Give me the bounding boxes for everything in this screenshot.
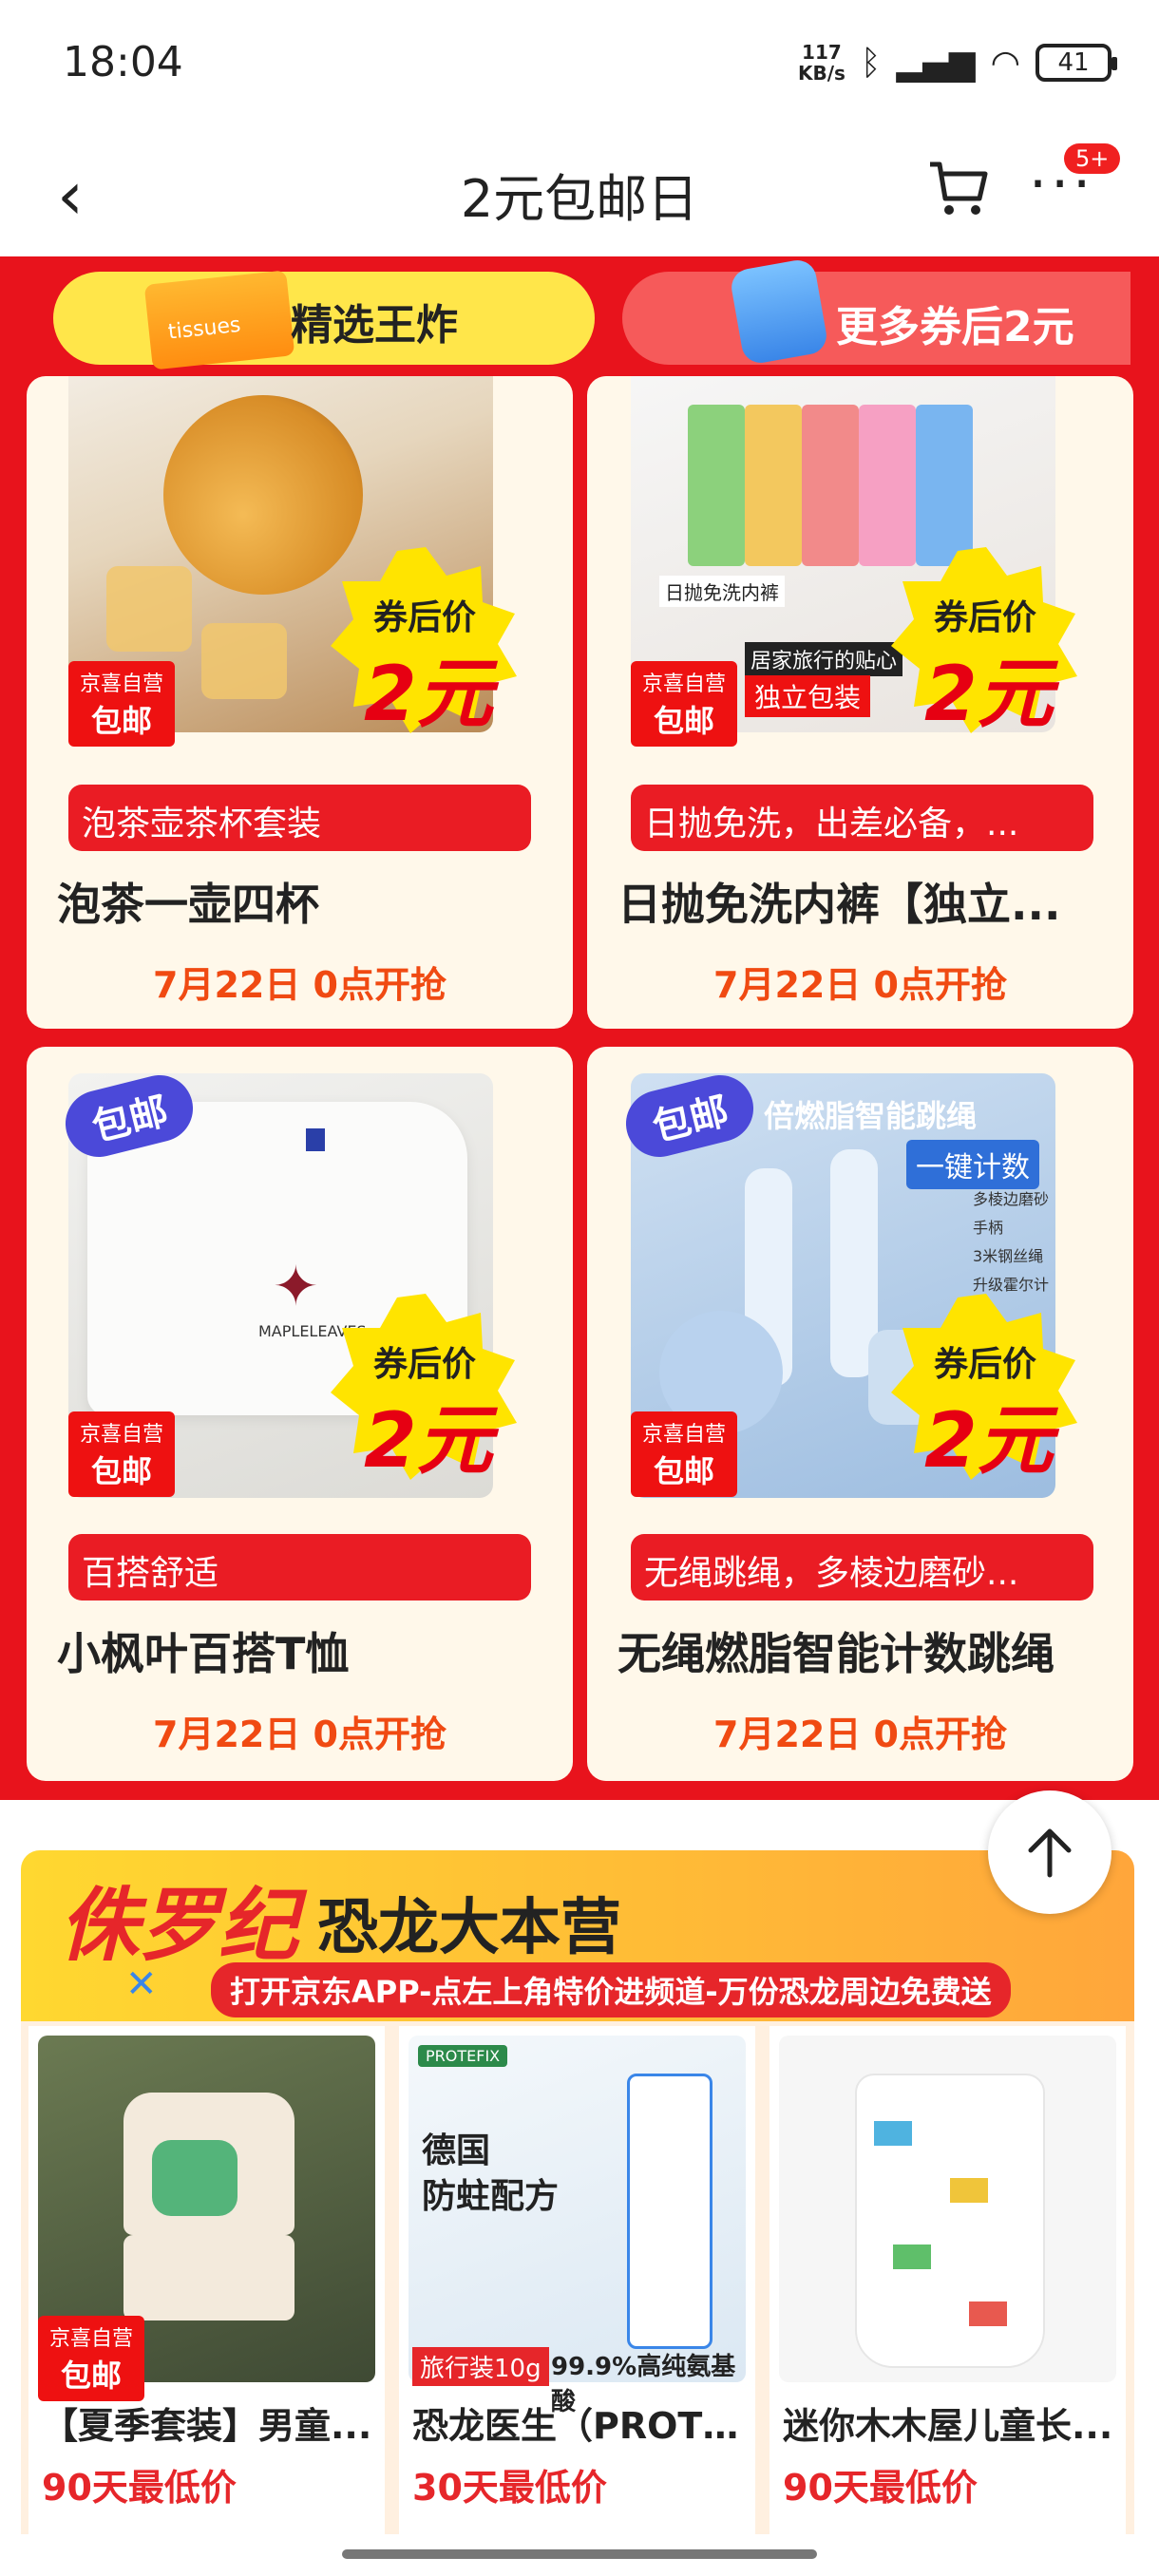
pack-badge: 旅行装10g xyxy=(412,2347,549,2386)
tab-selected-bombs[interactable]: tissues 精选王炸 xyxy=(53,270,595,370)
dino-product-card[interactable]: 迷你木木屋儿童长... 90天最低价 xyxy=(770,2026,1126,2534)
tab-more-coupons[interactable]: 更多券后2元 xyxy=(622,256,1130,367)
product-name: 小枫叶百搭T恤 xyxy=(57,1628,350,1679)
product-start-time: 7月22日 0点开抢 xyxy=(713,964,1007,1006)
product-name: 【夏季套装】男童... xyxy=(42,2405,372,2447)
jingxi-self-badge: 京喜自营 包邮 xyxy=(631,1411,737,1497)
dino-title-1: 侏罗纪 xyxy=(59,1879,299,1972)
jingxi-self-badge: 京喜自营 包邮 xyxy=(631,661,737,747)
jingxi-self-badge: 京喜自营 包邮 xyxy=(68,1411,175,1497)
product-card[interactable]: 日抛免洗内裤 居家旅行的贴心 独立包装 京喜自营 包邮 券后价 2元 日抛免洗，出… xyxy=(587,376,1133,1029)
product-card[interactable]: 倍燃脂智能跳绳 一键计数 多棱边磨砂手柄3米钢丝绳升级霍尔计数 包邮 京喜自营包… xyxy=(587,1047,1133,1781)
coupon-price: 2元 xyxy=(364,1396,493,1485)
status-bar: 18:04 117 KB/s ᛒ ▂▄▆ ◠ 41 xyxy=(0,0,1159,128)
arrow-up-icon xyxy=(1028,1828,1072,1878)
wifi-icon: ◠ xyxy=(990,43,1020,83)
scroll-to-top-button[interactable] xyxy=(988,1790,1112,1914)
product-tag: 泡茶壶茶杯套装 xyxy=(68,785,531,851)
cart-icon[interactable] xyxy=(926,155,993,221)
dino-product-card[interactable]: 京喜自营 包邮 【夏季套装】男童... 90天最低价 xyxy=(28,2026,385,2534)
jingxi-self-badge: 京喜自营 包邮 xyxy=(68,661,175,747)
product-name: 迷你木木屋儿童长... xyxy=(783,2405,1113,2447)
coupon-price: 2元 xyxy=(924,1396,1054,1485)
tab-label: 更多券后2元 xyxy=(836,303,1074,351)
tab-label: 精选王炸 xyxy=(291,301,458,350)
coupon-price: 2元 xyxy=(924,650,1054,738)
bluetooth-icon: ᛒ xyxy=(860,43,882,83)
product-start-time: 7月22日 0点开抢 xyxy=(713,1714,1007,1755)
product-start-time: 7月22日 0点开抢 xyxy=(153,964,446,1006)
product-image xyxy=(779,2036,1116,2382)
product-tag: 日抛免洗，出差必备，... xyxy=(631,785,1093,851)
coupon-price: 2元 xyxy=(364,650,493,738)
battery-icon: 41 xyxy=(1036,44,1117,82)
product-price-label: 90天最低价 xyxy=(42,2467,237,2509)
product-start-time: 7月22日 0点开抢 xyxy=(153,1714,446,1755)
dino-camp-section: 侏罗纪 恐龙大本营 ✕ 打开京东APP-点左上角特价进频道-万份恐龙周边免费送 … xyxy=(21,1850,1134,2534)
tissue-box-icon: tissues xyxy=(143,270,295,370)
product-name: 无绳燃脂智能计数跳绳 xyxy=(618,1628,1054,1679)
product-card[interactable]: 京喜自营 包邮 券后价 2元 泡茶壶茶杯套装 泡茶一壶四杯 7月22日 0点开抢 xyxy=(27,376,573,1029)
dino-product-card[interactable]: PROTEFIX 德国 防蛀配方 旅行装10g 99.9%高纯氨基酸 恐龙医生（… xyxy=(399,2026,755,2534)
dino-banner[interactable]: 侏罗纪 恐龙大本营 ✕ 打开京东APP-点左上角特价进频道-万份恐龙周边免费送 xyxy=(21,1850,1134,2021)
product-price-label: 90天最低价 xyxy=(783,2467,978,2509)
top-bar: ‹ 2元包邮日 ··· 5+ xyxy=(0,128,1159,256)
dino-title-2: 恐龙大本营 xyxy=(317,1893,621,1963)
product-tag: 百搭舒适 xyxy=(68,1534,531,1601)
jingxi-self-badge: 京喜自营 包邮 xyxy=(38,2316,144,2401)
home-indicator[interactable] xyxy=(342,2549,817,2559)
product-price-label: 30天最低价 xyxy=(412,2467,607,2509)
network-speed: 117 KB/s xyxy=(797,41,846,85)
product-card[interactable]: ✦ MAPLELEAVES 包邮 京喜自营 包邮 券后价 2元 百搭舒适 小枫叶百… xyxy=(27,1047,573,1781)
status-time: 18:04 xyxy=(63,38,183,86)
dino-subtitle: 打开京东APP-点左上角特价进频道-万份恐龙周边免费送 xyxy=(211,1962,1011,2017)
product-name: 恐龙医生（PROTE... xyxy=(412,2405,745,2447)
signal-icon: ▂▄▆ xyxy=(896,43,976,83)
product-tag: 无绳跳绳，多棱边磨砂... xyxy=(631,1534,1093,1601)
product-image: PROTEFIX 德国 防蛀配方 xyxy=(408,2036,746,2382)
product-name: 日抛免洗内裤【独立... xyxy=(618,879,1061,930)
notification-badge: 5+ xyxy=(1064,143,1121,174)
maple-leaf-icon: ✦ xyxy=(273,1254,319,1318)
product-name: 泡茶一壶四杯 xyxy=(57,879,319,930)
towel-roll-icon xyxy=(729,256,829,367)
dino-logo-icon: ✕ xyxy=(125,1962,158,2006)
